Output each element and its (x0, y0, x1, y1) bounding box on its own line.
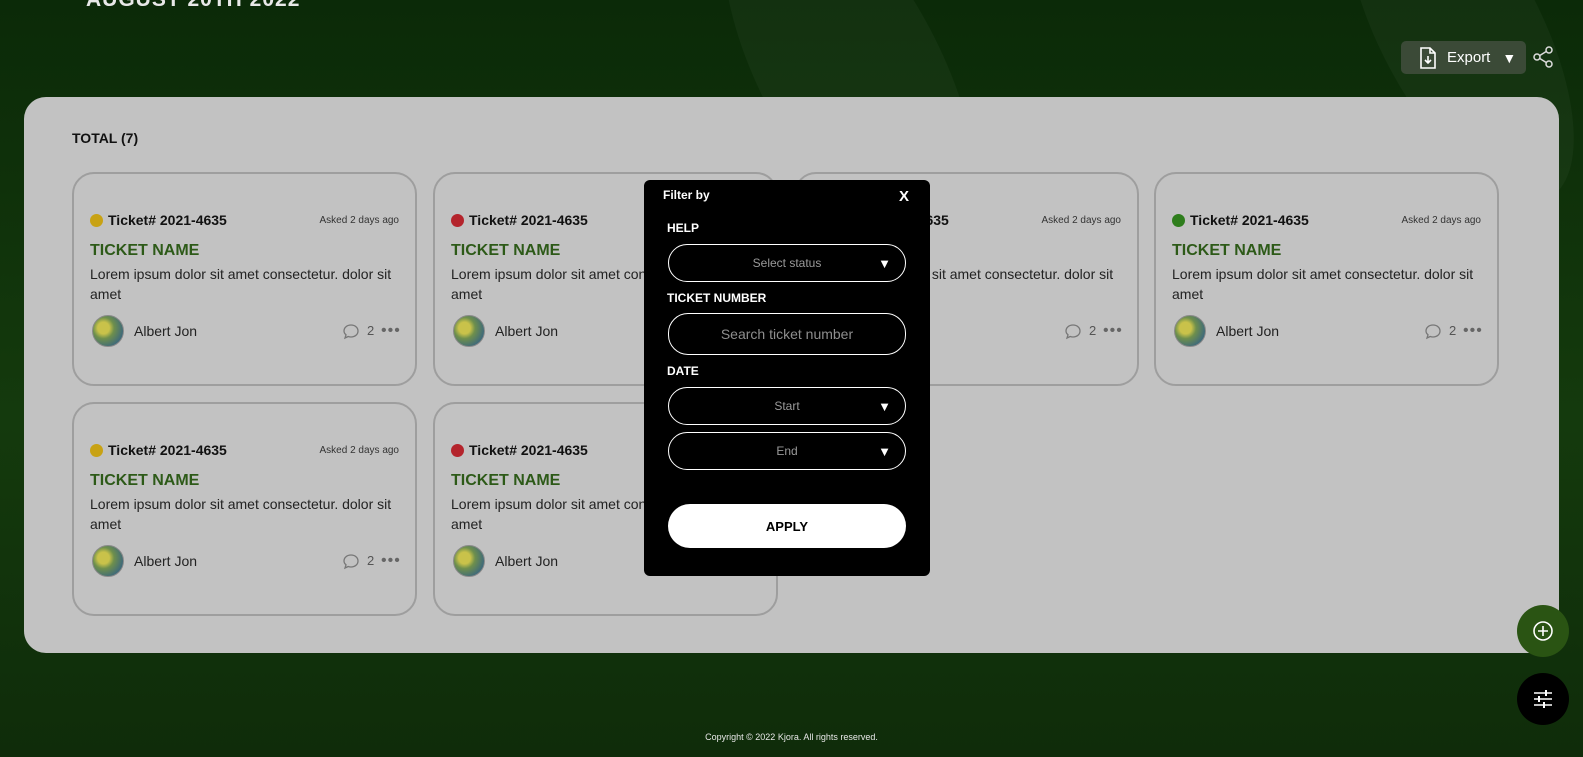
filter-toggle-button[interactable] (1517, 673, 1569, 725)
ticket-name[interactable]: TICKET NAME (451, 472, 560, 490)
chevron-down-icon: ▼ (878, 399, 891, 414)
comment-icon[interactable] (342, 553, 360, 571)
chevron-down-icon: ▼ (878, 444, 891, 459)
end-placeholder: End (776, 444, 798, 458)
avatar (453, 315, 485, 347)
ticket-number: Ticket# 2021-4635 (108, 212, 227, 228)
ticket-description: Lorem ipsum dolor sit amet consectetur. … (90, 496, 392, 532)
status-dot (90, 444, 103, 457)
ticket-number: Ticket# 2021-4635 (108, 442, 227, 458)
start-placeholder: Start (774, 399, 800, 413)
ticket-name[interactable]: TICKET NAME (1172, 242, 1281, 260)
comment-count: 2 (1449, 323, 1457, 338)
asked-time: Asked 2 days ago (319, 445, 400, 456)
plus-circle-icon (1533, 621, 1553, 641)
comment-count: 2 (367, 553, 375, 568)
ticket-card[interactable]: Ticket# 2021-4635 Asked 2 days ago TICKE… (1154, 172, 1499, 386)
export-button[interactable]: Export ▼ (1401, 41, 1526, 74)
status-dot (451, 214, 464, 227)
chevron-down-icon: ▼ (1502, 49, 1517, 66)
ticket-card[interactable]: Ticket# 2021-4635 Asked 2 days ago TICKE… (72, 402, 417, 616)
user-name: Albert Jon (134, 323, 198, 339)
add-ticket-button[interactable] (1517, 605, 1569, 657)
avatar (1174, 315, 1206, 347)
footer-copyright: Copyright © 2022 Kjora. All rights reser… (705, 732, 878, 742)
status-select[interactable]: Select status ▼ (668, 244, 906, 282)
status-placeholder: Select status (752, 256, 822, 270)
ticket-description: Lorem ipsum dolor sit amet consectetur. … (90, 266, 392, 302)
apply-button[interactable]: APPLY (668, 504, 906, 548)
more-options-icon[interactable]: ••• (381, 552, 401, 570)
date-label: DATE (667, 364, 699, 378)
comment-count: 2 (367, 323, 375, 338)
ticket-name[interactable]: TICKET NAME (90, 242, 199, 260)
ticket-number-field (668, 313, 906, 355)
status-dot (1172, 214, 1185, 227)
comment-icon[interactable] (342, 323, 360, 341)
user-name: Albert Jon (1216, 323, 1280, 339)
total-count: TOTAL (7) (72, 130, 139, 146)
avatar (453, 545, 485, 577)
asked-time: Asked 2 days ago (1401, 215, 1482, 226)
start-date-select[interactable]: Start ▼ (668, 387, 906, 425)
sliders-icon (1534, 690, 1552, 708)
more-options-icon[interactable]: ••• (1103, 322, 1123, 340)
user-name: Albert Jon (495, 323, 559, 339)
comment-icon[interactable] (1064, 323, 1082, 341)
comment-count: 2 (1089, 323, 1097, 338)
end-date-select[interactable]: End ▼ (668, 432, 906, 470)
help-label: HELP (667, 221, 700, 235)
more-options-icon[interactable]: ••• (381, 322, 401, 340)
asked-time: Asked 2 days ago (319, 215, 400, 226)
user-name: Albert Jon (134, 553, 198, 569)
filter-title: Filter by (663, 188, 710, 202)
page-date: AUGUST 20TH 2022 (86, 0, 300, 12)
asked-time: Asked 2 days ago (1041, 215, 1122, 226)
chevron-down-icon: ▼ (878, 256, 891, 271)
comment-icon[interactable] (1424, 323, 1442, 341)
ticket-number-label: TICKET NUMBER (667, 291, 767, 305)
file-download-icon (1420, 46, 1436, 69)
ticket-number-input[interactable] (669, 314, 905, 354)
ticket-number: Ticket# 2021-4635 (469, 442, 588, 458)
ticket-name[interactable]: TICKET NAME (90, 472, 199, 490)
ticket-number: Ticket# 2021-4635 (1190, 212, 1309, 228)
ticket-description: Lorem ipsum dolor sit amet consectetur. … (1172, 266, 1474, 302)
filter-modal: Filter by X HELP Select status ▼ TICKET … (644, 180, 930, 576)
avatar (92, 315, 124, 347)
ticket-card[interactable]: Ticket# 2021-4635 Asked 2 days ago TICKE… (72, 172, 417, 386)
more-options-icon[interactable]: ••• (1463, 322, 1483, 340)
export-label: Export (1447, 49, 1491, 66)
status-dot (90, 214, 103, 227)
ticket-name[interactable]: TICKET NAME (451, 242, 560, 260)
ticket-number: Ticket# 2021-4635 (469, 212, 588, 228)
close-button[interactable]: X (899, 188, 909, 205)
status-dot (451, 444, 464, 457)
share-icon[interactable] (1532, 46, 1554, 68)
avatar (92, 545, 124, 577)
user-name: Albert Jon (495, 553, 559, 569)
